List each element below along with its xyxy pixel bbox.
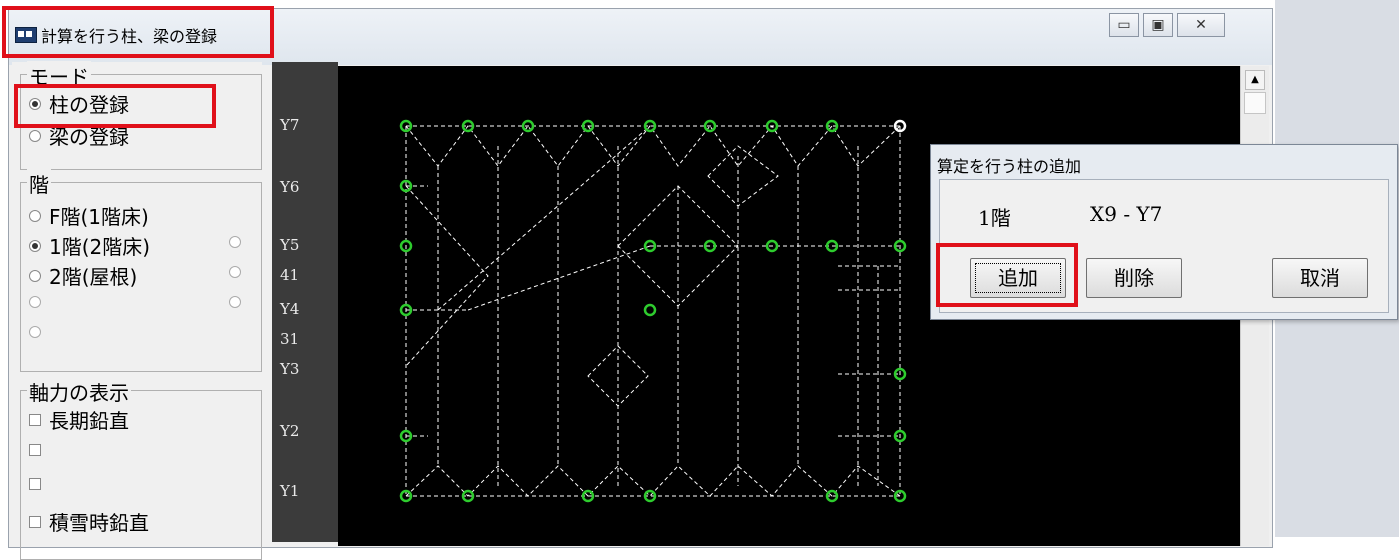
cancel-button[interactable]: 取消 <box>1272 258 1368 298</box>
interior-horizontal-lines <box>406 185 900 437</box>
axis-label-y5: Y5 <box>280 236 300 254</box>
diagonal-lines-interior <box>405 125 779 407</box>
checkbox-icon <box>29 414 41 426</box>
floor-empty-radio-1[interactable] <box>29 291 49 315</box>
long-term-vertical-label: 長期鉛直 <box>49 409 129 433</box>
column-markers <box>399 119 907 503</box>
long-term-vertical-checkbox[interactable]: 長期鉛直 <box>29 405 129 434</box>
app-icon <box>15 27 37 43</box>
axis-label-y3: Y3 <box>280 360 300 378</box>
floor-extra-radio-2[interactable] <box>229 261 249 285</box>
radio-selected-icon <box>29 240 41 252</box>
add-button[interactable]: 追加 <box>970 258 1066 298</box>
floor-2-radio[interactable]: 2階(屋根) <box>29 261 137 290</box>
mode-column-radio[interactable]: 柱の登録 <box>29 89 129 118</box>
scroll-up-arrow-icon[interactable]: ▲ <box>1245 70 1265 90</box>
empty-checkbox-1[interactable] <box>29 439 49 463</box>
floor-f-radio[interactable]: F階(1階床) <box>29 201 149 230</box>
dialog-floor-text: 1階 <box>978 206 1011 230</box>
add-column-dialog: 算定を行う柱の追加 1階 X9 - Y7 追加 削除 取消 <box>930 144 1398 320</box>
axis-label-y4: Y4 <box>280 300 300 318</box>
checkbox-icon <box>29 444 41 456</box>
axis-label-y6: Y6 <box>280 178 300 196</box>
axis-label-y1: Y1 <box>280 482 300 500</box>
dialog-title: 算定を行う柱の追加 <box>937 157 1082 176</box>
axis-label-31: 31 <box>280 330 300 348</box>
radio-icon <box>229 296 241 308</box>
mode-group: モード 柱の登録 梁の登録 <box>20 61 262 170</box>
outer-frame-line <box>405 125 901 497</box>
axis-label-column: Y7 Y6 Y5 41 Y4 31 Y3 Y2 Y1 <box>272 62 338 542</box>
empty-checkbox-2[interactable] <box>29 473 49 497</box>
checkbox-icon <box>29 478 41 490</box>
floor-group: 階 F階(1階床) 1階(2階床) 2階(屋根) <box>20 169 262 372</box>
window-title: 計算を行う柱、梁の登録 <box>41 27 218 46</box>
radio-icon <box>29 296 41 308</box>
floor-1-radio[interactable]: 1階(2階床) <box>29 231 150 260</box>
diagonal-lines-top <box>405 125 901 167</box>
axial-force-group-title: 軸力の表示 <box>27 377 131 406</box>
radio-icon <box>229 266 241 278</box>
floor-extra-radio-3[interactable] <box>229 291 249 315</box>
floor-empty-radio-2[interactable] <box>29 321 49 345</box>
axis-label-y2: Y2 <box>280 422 300 440</box>
title-bar: 計算を行う柱、梁の登録 ▭ ▣ ✕ <box>9 9 1272 65</box>
floor-group-title: 階 <box>27 169 51 198</box>
mode-beam-radio[interactable]: 梁の登録 <box>29 121 129 150</box>
close-button[interactable]: ✕ <box>1177 13 1225 37</box>
radio-icon <box>29 210 41 222</box>
radio-icon <box>229 236 241 248</box>
radio-selected-icon <box>29 98 41 110</box>
radio-icon <box>29 326 41 338</box>
axis-label-41: 41 <box>280 266 300 284</box>
mode-beam-label: 梁の登録 <box>49 125 129 149</box>
axis-label-y7: Y7 <box>280 116 300 134</box>
column-marker[interactable] <box>643 303 657 317</box>
checkbox-icon <box>29 516 41 528</box>
floor-f-label: F階(1階床) <box>49 205 149 229</box>
snow-vertical-checkbox[interactable]: 積雪時鉛直 <box>29 507 149 536</box>
scroll-thumb[interactable] <box>1244 92 1266 114</box>
dialog-position-text: X9 - Y7 <box>1090 202 1163 226</box>
left-panel: モード 柱の登録 梁の登録 階 F階(1階床) 1階(2階床) 2階(屋根) 軸… <box>12 61 262 560</box>
mode-column-label: 柱の登録 <box>49 93 129 117</box>
delete-button[interactable]: 削除 <box>1086 258 1182 298</box>
floor-1-label: 1階(2階床) <box>49 235 151 259</box>
radio-icon <box>29 270 41 282</box>
interior-vertical-lines <box>437 146 879 486</box>
maximize-button[interactable]: ▣ <box>1143 13 1173 37</box>
snow-vertical-label: 積雪時鉛直 <box>49 511 149 535</box>
floor-2-label: 2階(屋根) <box>49 265 138 289</box>
floor-extra-radio-1[interactable] <box>229 231 249 255</box>
minimize-button[interactable]: ▭ <box>1109 13 1139 37</box>
mode-group-title: モード <box>27 61 91 90</box>
axial-force-group: 軸力の表示 長期鉛直 積雪時鉛直 <box>20 377 262 560</box>
radio-icon <box>29 130 41 142</box>
dialog-body: 1階 X9 - Y7 追加 削除 取消 <box>939 179 1389 313</box>
